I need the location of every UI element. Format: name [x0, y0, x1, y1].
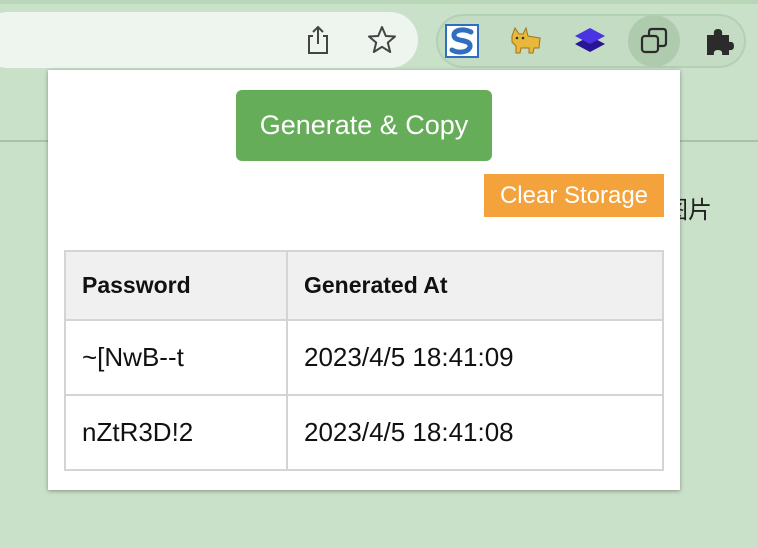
extension-popup: Generate & Copy Clear Storage Password G…: [48, 70, 680, 490]
generate-copy-button[interactable]: Generate & Copy: [236, 90, 492, 161]
generated-at-cell: 2023/4/5 18:41:08: [286, 394, 664, 471]
password-cell: nZtR3D!2: [64, 394, 288, 471]
layers-extension-icon[interactable]: [571, 22, 609, 60]
password-cell: ~[NwB--t: [64, 319, 288, 396]
s-extension-icon[interactable]: [443, 22, 481, 60]
share-icon[interactable]: [300, 22, 336, 58]
address-bar[interactable]: [0, 12, 418, 68]
clear-storage-button[interactable]: Clear Storage: [484, 174, 664, 217]
bookmark-star-icon[interactable]: [364, 22, 400, 58]
tab-strip-edge: [0, 0, 758, 4]
password-history-table: Password Generated At ~[NwB--t 2023/4/5 …: [64, 250, 664, 471]
table-row: nZtR3D!2 2023/4/5 18:41:08: [64, 394, 664, 471]
column-header-password: Password: [64, 250, 288, 321]
column-header-generated-at: Generated At: [286, 250, 664, 321]
puzzle-extensions-icon[interactable]: [700, 22, 738, 60]
cat-extension-icon[interactable]: [507, 22, 545, 60]
copy-extension-icon[interactable]: [628, 15, 680, 67]
generated-at-cell: 2023/4/5 18:41:09: [286, 319, 664, 396]
table-row: ~[NwB--t 2023/4/5 18:41:09: [64, 319, 664, 396]
table-header-row: Password Generated At: [64, 250, 664, 321]
